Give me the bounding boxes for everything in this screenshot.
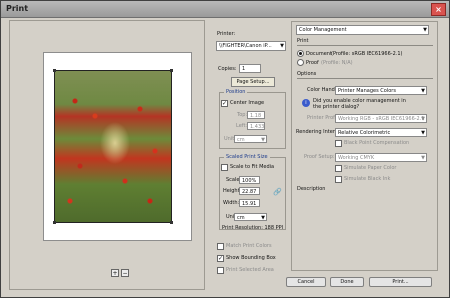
print-dialog: Print × + − Printer: \\FIGHTER\Canon iP.… [0,0,450,298]
rendering-intent-label: Rendering Intent: [296,129,340,135]
info-icon: i [302,99,310,107]
scale-to-fit-label: Scale to Fit Media [230,164,275,170]
bounding-handle-top-left[interactable] [53,69,56,72]
window-title: Print [6,4,29,13]
simulate-paper-checkbox[interactable] [335,165,342,172]
match-print-colors-label: Match Print Colors [226,243,272,249]
printer-profile-select[interactable]: Working RGB - sRGB IEC61966-2.1 [335,114,427,123]
print-selected-area-label: Print Selected Area [226,267,274,273]
color-handling-select[interactable]: Printer Manages Colors [335,86,427,95]
proof-setup-label: Proof Setup: [304,154,335,160]
bounding-handle-top-right[interactable] [170,69,173,72]
scaled-unit-select[interactable]: cm [234,213,267,222]
proof-setup-select[interactable]: Working CMYK [335,153,427,162]
options-divider [297,78,433,79]
link-icon: 🔗 [273,188,282,196]
position-title: Position [224,89,248,95]
center-image-label: Center Image [230,100,265,106]
title-bar: Print × [1,1,449,18]
black-point-checkbox[interactable] [335,140,342,147]
print-divider [297,45,433,46]
done-button[interactable]: Done [330,277,364,287]
copies-label: Copies: [218,66,237,72]
cancel-button[interactable]: Cancel [286,277,326,287]
position-unit-select[interactable]: cm [234,135,267,144]
page-setup-button[interactable]: Page Setup... [231,77,275,87]
black-point-label: Black Point Compensation [344,140,410,146]
scale-input[interactable]: 100% [239,176,260,184]
top-label: Top: [237,112,248,118]
print-selected-area-checkbox[interactable] [217,267,224,274]
color-info-text: Did you enable color management in the p… [313,98,406,110]
top-input[interactable]: 1.18 [247,111,265,119]
print-button[interactable]: Print... [369,277,432,287]
simulate-black-checkbox[interactable] [335,176,342,183]
rendering-intent-select[interactable]: Relative Colorimetric [335,128,427,137]
preview-page [43,52,192,241]
options-label: Options [297,71,317,77]
left-label: Left: [236,123,248,129]
preview-frame: + − [9,20,205,290]
preview-image [54,70,172,223]
color-management-select[interactable]: Color Management [296,25,429,35]
document-profile: (Profile: sRGB IEC61966-2.1) [331,51,403,57]
match-print-colors-checkbox[interactable] [217,243,224,250]
zoom-in-icon[interactable]: + [111,269,119,277]
proof-radio[interactable] [297,59,304,66]
show-bounding-box-checkbox[interactable] [217,255,224,262]
scale-to-fit-checkbox[interactable] [221,164,228,171]
bounding-handle-bottom-left[interactable] [53,221,56,224]
zoom-controls: + − [111,269,129,277]
center-image-checkbox[interactable] [221,100,228,107]
width-input[interactable]: 15.91 [239,199,260,207]
bounding-handle-bottom-right[interactable] [170,221,173,224]
zoom-out-icon[interactable]: − [121,269,129,277]
printer-select[interactable]: \\FIGHTER\Canon iP... [216,41,286,51]
simulate-paper-label: Simulate Paper Color [344,165,397,171]
proof-profile: (Profile: N/A) [321,60,353,66]
simulate-black-label: Simulate Black Ink [344,176,391,182]
width-label: Width: [223,200,240,206]
scaled-print-size-title: Scaled Print Size [224,154,270,160]
printer-label: Printer: [217,31,236,37]
color-management-panel [291,21,438,271]
height-input[interactable]: 22.87 [239,187,260,195]
document-label: Document [306,51,332,57]
description-label: Description [297,186,326,192]
left-input[interactable]: 1.433 [247,122,265,130]
print-section-label: Print [297,38,309,44]
close-icon[interactable]: × [431,3,446,16]
proof-label: Proof [306,60,319,66]
document-radio[interactable] [297,50,304,57]
copies-input[interactable]: 1 [239,64,261,73]
print-resolution: Print Resolution: 188 PPI [222,225,284,231]
show-bounding-box-label: Show Bounding Box [226,255,276,261]
